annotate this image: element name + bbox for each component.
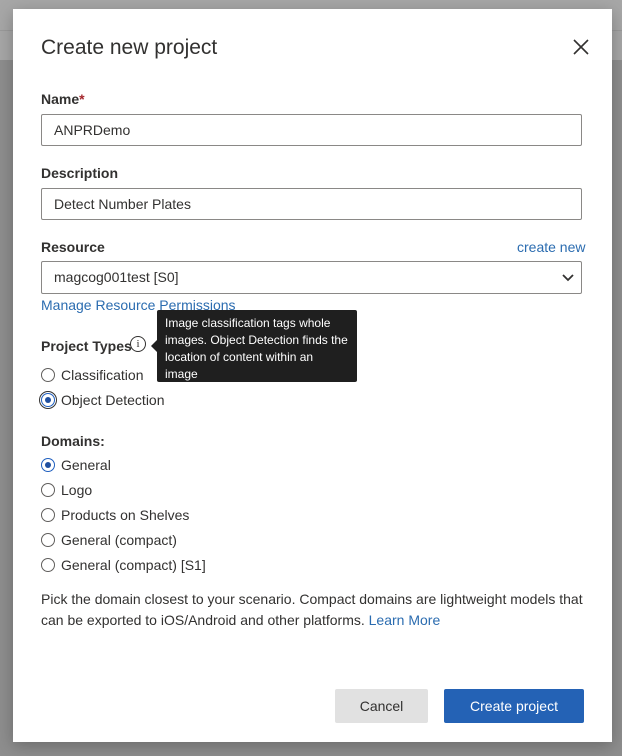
radio-label: Classification xyxy=(61,367,144,383)
domain-logo[interactable]: Logo xyxy=(41,481,92,499)
project-type-object-detection[interactable]: Object Detection xyxy=(39,391,165,409)
resource-selected-value: magcog001test [S0] xyxy=(54,269,179,285)
radio-label: General (compact) xyxy=(61,532,177,548)
resource-label: Resource xyxy=(41,239,105,255)
cancel-button[interactable]: Cancel xyxy=(335,689,428,723)
required-mark: * xyxy=(79,91,85,107)
create-project-dialog: Create new project Name* ANPRDemo Descri… xyxy=(13,9,612,742)
domain-general-compact-s1[interactable]: General (compact) [S1] xyxy=(41,556,206,574)
description-label: Description xyxy=(41,165,119,181)
radio-products-on-shelves[interactable] xyxy=(41,508,55,522)
resource-select[interactable]: magcog001test [S0] xyxy=(41,261,582,294)
radio-classification[interactable] xyxy=(41,368,55,382)
learn-more-link[interactable]: Learn More xyxy=(369,612,441,628)
info-icon[interactable]: i xyxy=(130,336,146,352)
close-icon xyxy=(573,39,589,55)
project-types-label: Project Types xyxy=(41,338,132,354)
create-new-link[interactable]: create new xyxy=(517,239,585,255)
domain-general[interactable]: General xyxy=(41,456,111,474)
radio-label: Products on Shelves xyxy=(61,507,190,523)
dialog-title: Create new project xyxy=(41,36,218,59)
radio-label: Object Detection xyxy=(61,392,165,408)
project-types-tooltip: Image classification tags whole images. … xyxy=(151,310,357,382)
radio-general-compact[interactable] xyxy=(41,533,55,547)
radio-general[interactable] xyxy=(41,458,55,472)
domains-label: Domains: xyxy=(41,433,105,449)
close-button[interactable] xyxy=(569,35,593,59)
radio-label: General (compact) [S1] xyxy=(61,557,206,573)
name-input[interactable]: ANPRDemo xyxy=(41,114,582,146)
radio-logo[interactable] xyxy=(41,483,55,497)
radio-object-detection[interactable] xyxy=(39,391,57,409)
domain-products-on-shelves[interactable]: Products on Shelves xyxy=(41,506,189,524)
create-project-button[interactable]: Create project xyxy=(444,689,584,723)
radio-label: Logo xyxy=(61,482,93,498)
help-text-body: Pick the domain closest to your scenario… xyxy=(41,591,583,628)
project-type-classification[interactable]: Classification xyxy=(41,366,143,384)
name-input-value: ANPRDemo xyxy=(54,122,131,138)
radio-general-compact-s1[interactable] xyxy=(41,558,55,572)
domain-general-compact[interactable]: General (compact) xyxy=(41,531,177,549)
description-input[interactable]: Detect Number Plates xyxy=(41,188,582,220)
name-label: Name* xyxy=(41,91,85,107)
chevron-down-icon xyxy=(562,274,574,282)
description-input-value: Detect Number Plates xyxy=(54,196,191,212)
radio-label: General xyxy=(61,457,111,473)
domain-help-text: Pick the domain closest to your scenario… xyxy=(41,589,591,631)
